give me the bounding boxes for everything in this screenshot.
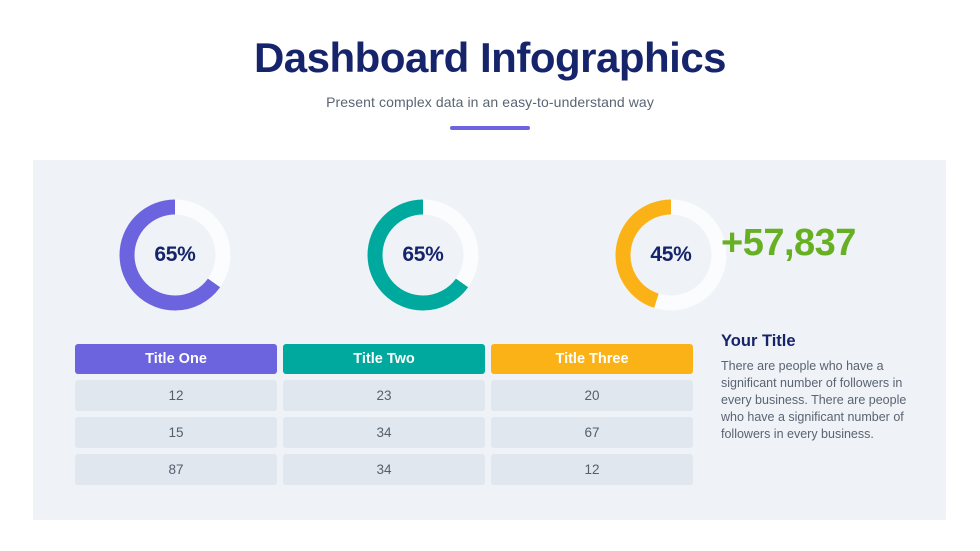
table-header-cell-three[interactable]: Title Three (491, 344, 693, 374)
table-cell: 23 (283, 380, 485, 411)
table-cell: 87 (75, 454, 277, 485)
accent-divider (450, 126, 530, 131)
table-row: 87 34 12 (75, 454, 693, 485)
page-title: Dashboard Infographics (253, 34, 727, 81)
side-text-block: Your Title There are people who have a s… (721, 332, 921, 442)
donut-two-value: 65% (402, 243, 444, 266)
donut-one-value: 65% (154, 243, 196, 266)
donut-chart-three: 45% (609, 193, 733, 317)
donut-three-value: 45% (650, 243, 692, 266)
table-row: 15 34 67 (75, 417, 693, 448)
table-header-cell-two[interactable]: Title Two (283, 344, 485, 374)
donut-chart-one: 65% (113, 193, 237, 317)
data-table: Title One Title Two Title Three 12 23 20… (69, 338, 699, 491)
table-body: 12 23 20 15 34 67 87 34 12 (75, 380, 693, 485)
side-block-body: There are people who have a significant … (721, 359, 907, 441)
donut-chart-group: 65% 65% 45% (113, 180, 733, 330)
table-cell: 34 (283, 454, 485, 485)
page-subtitle: Present complex data in an easy-to-under… (326, 94, 654, 111)
dashboard-panel: 65% 65% 45% +57,837 Title One Title Two … (33, 160, 946, 520)
table-cell: 15 (75, 417, 277, 448)
table-header-cell-one[interactable]: Title One (75, 344, 277, 374)
table-cell: 20 (491, 380, 693, 411)
table-row: 12 23 20 (75, 380, 693, 411)
table-cell: 12 (75, 380, 277, 411)
table-cell: 12 (491, 454, 693, 485)
table-header: Title One Title Two Title Three (75, 344, 693, 374)
table-cell: 34 (283, 417, 485, 448)
side-block-title: Your Title (721, 332, 796, 350)
table-header-row: Title One Title Two Title Three (75, 344, 693, 374)
highlight-stat-value: +57,837 (721, 222, 856, 264)
table-cell: 67 (491, 417, 693, 448)
donut-chart-two: 65% (361, 193, 485, 317)
page-header: Dashboard Infographics Present complex d… (0, 0, 980, 131)
